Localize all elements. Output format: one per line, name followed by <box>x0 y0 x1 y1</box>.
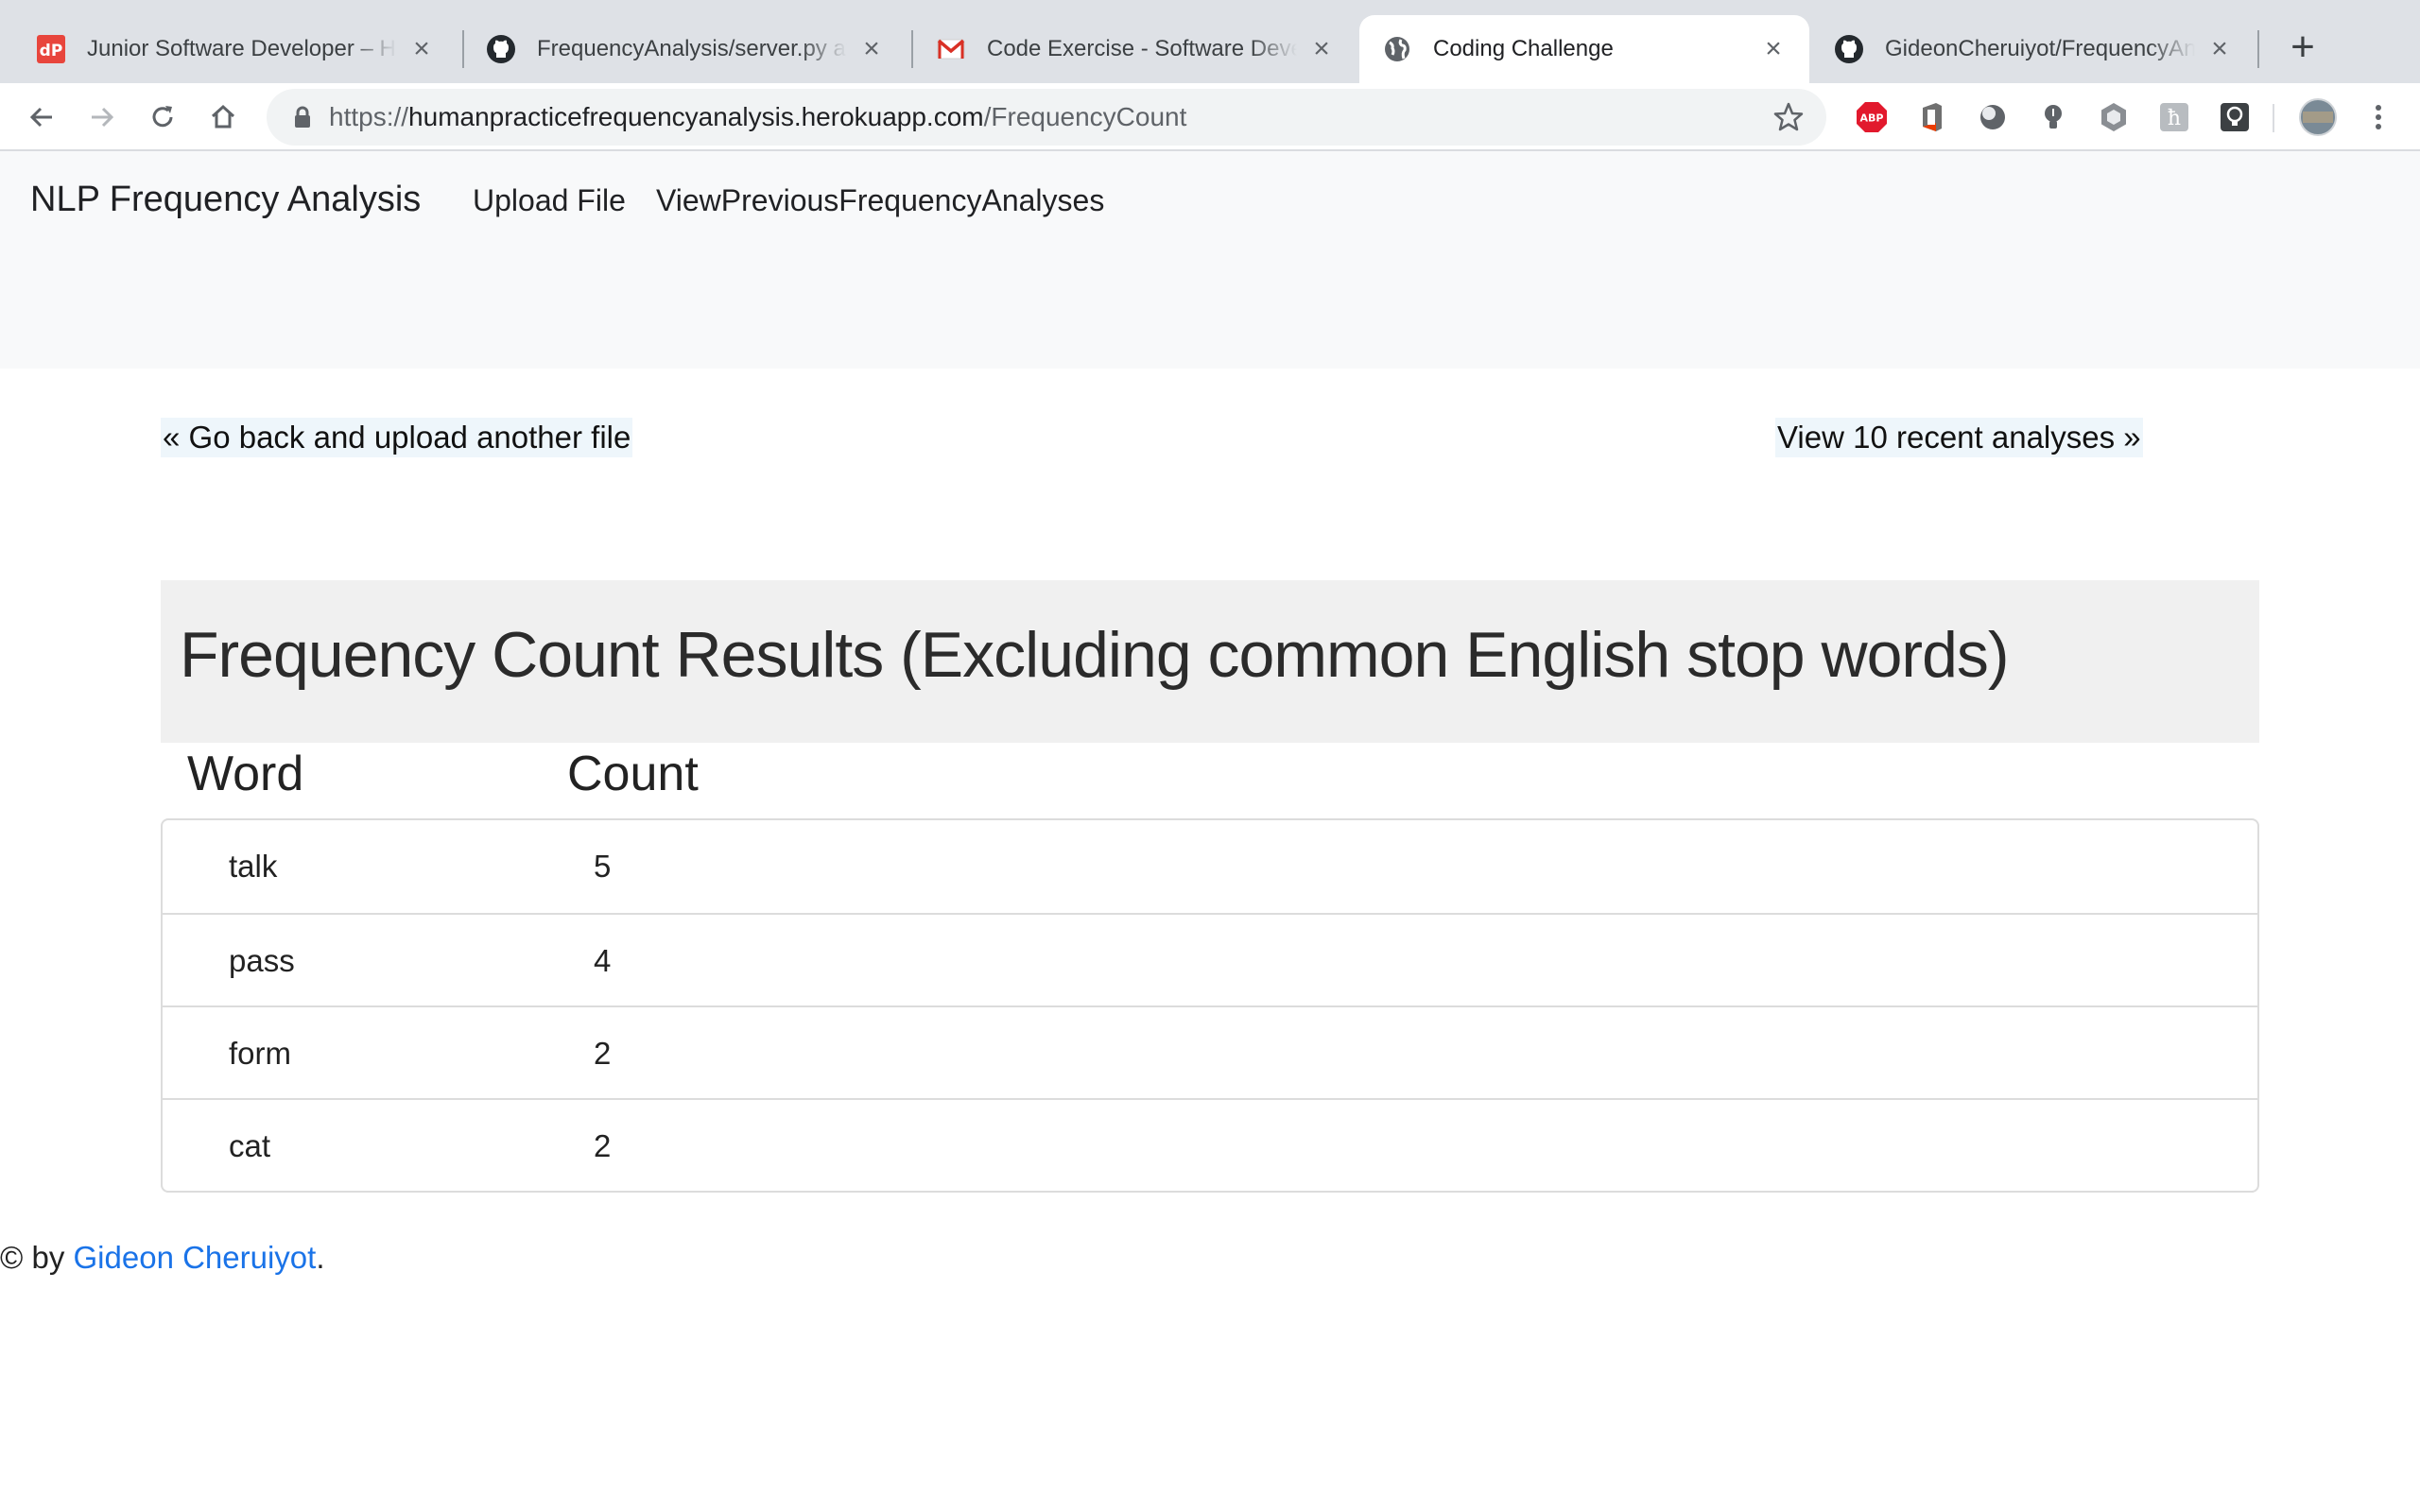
url-path: /FrequencyCount <box>983 102 1187 131</box>
arrow-left-icon <box>29 107 52 128</box>
word-cell: pass <box>229 943 295 978</box>
office-icon[interactable] <box>1915 100 1949 134</box>
close-icon[interactable]: × <box>858 35 885 63</box>
results-header-panel: Frequency Count Results (Excluding commo… <box>161 580 2259 743</box>
footer-prefix: © by <box>0 1240 74 1275</box>
tab-title: GideonCheruiyot/FrequencyAnalysis <box>1885 36 2195 61</box>
tab-code-exercise[interactable]: Code Exercise - Software Developer × <box>913 15 1357 83</box>
word-cell: cat <box>229 1128 271 1163</box>
word-cell: form <box>229 1036 291 1071</box>
nav-view-previous-analyses[interactable]: ViewPreviousFrequencyAnalyses <box>656 183 1104 218</box>
frequency-list: talk 5 pass 4 form 2 cat 2 <box>161 818 2259 1193</box>
list-item: talk 5 <box>163 820 2257 913</box>
column-header-word: Word <box>187 747 304 801</box>
toolbar-divider <box>2273 104 2274 132</box>
tab-divider <box>2257 30 2259 68</box>
tab-title: FrequencyAnalysis/server.py at master <box>537 36 847 61</box>
url-host: humanpracticefrequencyanalysis.herokuapp… <box>408 102 984 131</box>
tab-coding-challenge[interactable]: Coding Challenge × <box>1359 15 1809 83</box>
close-icon[interactable]: × <box>408 35 435 63</box>
tab-title: Coding Challenge <box>1433 36 1614 61</box>
column-header-count: Count <box>567 747 699 801</box>
url-scheme: https:// <box>329 102 409 131</box>
home-icon <box>211 104 235 129</box>
list-item: pass 4 <box>163 913 2257 1005</box>
browser-toolbar: https://humanpracticefrequencyanalysis.h… <box>0 83 2420 151</box>
footer: © by Gideon Cheruiyot. <box>0 1240 325 1276</box>
view-recent-analyses-link[interactable]: View 10 recent analyses » <box>1775 418 2143 457</box>
count-cell: 2 <box>594 1128 612 1163</box>
home-button[interactable] <box>197 91 250 144</box>
circle-extension-icon[interactable] <box>1976 100 2010 134</box>
go-back-link[interactable]: « Go back and upload another file <box>161 418 633 457</box>
tab-title: Junior Software Developer – Human Practi… <box>87 36 397 61</box>
hexagon-extension-icon[interactable] <box>2097 100 2131 134</box>
close-icon[interactable]: × <box>1308 35 1335 63</box>
close-icon[interactable]: × <box>1760 35 1787 63</box>
count-cell: 5 <box>594 849 612 884</box>
site-navbar: NLP Frequency Analysis Upload File ViewP… <box>0 151 2420 369</box>
lock-icon <box>295 106 310 128</box>
count-cell: 2 <box>594 1036 612 1071</box>
svg-text:dP: dP <box>40 42 63 60</box>
footer-suffix: . <box>316 1240 325 1275</box>
list-item: form 2 <box>163 1005 2257 1098</box>
github-icon <box>1834 34 1864 64</box>
gmail-icon <box>936 34 966 64</box>
globe-icon <box>1382 34 1412 64</box>
results-heading: Frequency Count Results (Excluding commo… <box>180 619 2010 691</box>
svg-text:ABP: ABP <box>1860 112 1884 125</box>
browser-tabstrip: dP Junior Software Developer – Human Pra… <box>0 0 2420 83</box>
count-cell: 4 <box>594 943 612 978</box>
hp-logo-icon: dP <box>36 34 66 64</box>
tab-junior-software-developer[interactable]: dP Junior Software Developer – Human Pra… <box>13 15 458 83</box>
reload-icon <box>152 106 173 128</box>
forward-button[interactable] <box>76 91 129 144</box>
bookmark-star-icon[interactable] <box>1772 100 1806 134</box>
close-icon[interactable]: × <box>2206 35 2233 63</box>
h-extension-icon[interactable]: ħ <box>2157 100 2191 134</box>
author-link[interactable]: Gideon Cheruiyot <box>74 1240 317 1275</box>
tab-server-py[interactable]: FrequencyAnalysis/server.py at master × <box>463 15 908 83</box>
arrow-right-icon <box>92 107 114 128</box>
profile-avatar[interactable] <box>2299 98 2337 136</box>
navbar-brand[interactable]: NLP Frequency Analysis <box>30 180 421 220</box>
tab-title: Code Exercise - Software Developer <box>987 36 1297 61</box>
url-text: https://humanpracticefrequencyanalysis.h… <box>329 102 1186 132</box>
nav-upload-file[interactable]: Upload File <box>473 183 626 218</box>
word-cell: talk <box>229 849 278 884</box>
tab-github-repo[interactable]: GideonCheruiyot/FrequencyAnalysis × <box>1811 15 2256 83</box>
list-item: cat 2 <box>163 1098 2257 1191</box>
menu-kebab-icon[interactable] <box>2361 100 2395 134</box>
github-icon <box>486 34 516 64</box>
new-tab-button[interactable]: + <box>2278 25 2327 74</box>
reload-button[interactable] <box>136 91 189 144</box>
bulb-extension-icon[interactable] <box>2036 100 2070 134</box>
back-button[interactable] <box>15 91 68 144</box>
lightbulb-extension-icon[interactable] <box>2218 100 2252 134</box>
address-bar[interactable]: https://humanpracticefrequencyanalysis.h… <box>267 89 1826 146</box>
adblock-plus-icon[interactable]: ABP <box>1855 100 1889 134</box>
svg-text:ħ: ħ <box>2168 107 2181 130</box>
